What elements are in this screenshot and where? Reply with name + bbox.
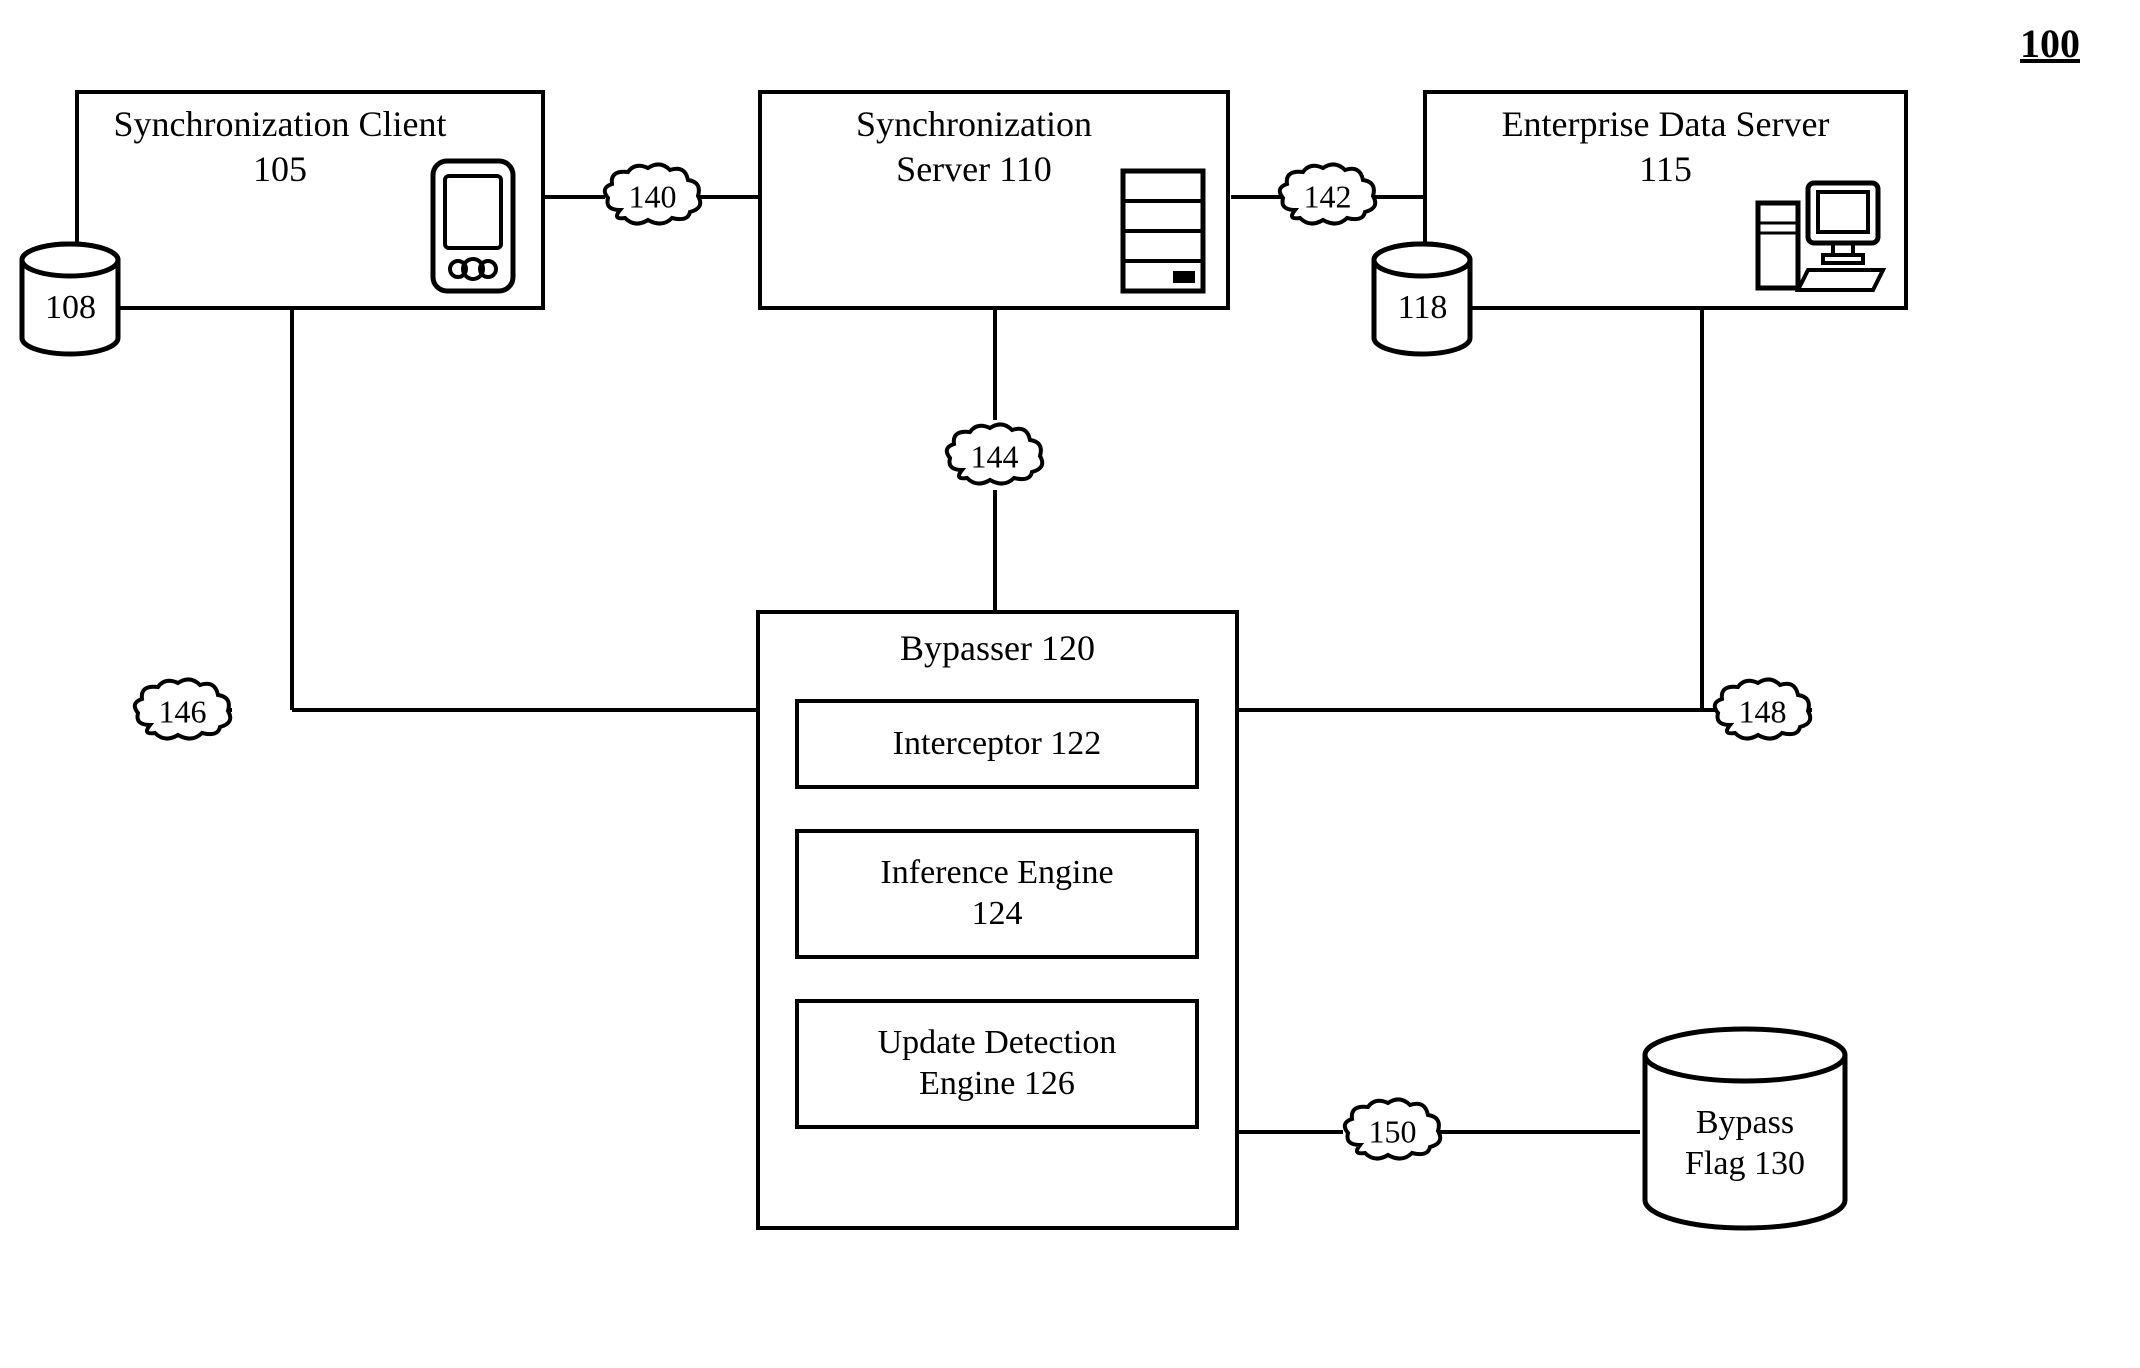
cloud-140: 140 xyxy=(600,160,705,230)
connector-line xyxy=(292,708,757,712)
bypass-flag-cylinder: Bypass Flag 130 xyxy=(1635,1025,1855,1235)
cloud-150-label: 150 xyxy=(1340,1113,1445,1150)
cloud-140-label: 140 xyxy=(600,178,705,215)
enterprise-server-box: Enterprise Data Server 115 xyxy=(1423,90,1908,310)
connector-line xyxy=(1238,708,1713,712)
database-118-label: 118 xyxy=(1370,288,1475,329)
connector-line xyxy=(1700,310,1704,710)
inference-engine-box: Inference Engine 124 xyxy=(795,829,1199,959)
connector-line xyxy=(545,195,605,199)
connector-line xyxy=(993,490,997,610)
connector-line xyxy=(1375,195,1425,199)
update-detection-label: Update Detection Engine 126 xyxy=(878,1023,1117,1105)
cloud-142-label: 142 xyxy=(1275,178,1380,215)
cloud-144-label: 144 xyxy=(942,438,1047,475)
cloud-144: 144 xyxy=(942,420,1047,490)
cloud-146-label: 146 xyxy=(130,693,235,730)
database-108-cylinder: 108 xyxy=(18,240,123,360)
database-118-cylinder: 118 xyxy=(1370,240,1475,360)
database-108-label: 108 xyxy=(18,288,123,329)
desktop-icon xyxy=(1738,178,1888,298)
bypasser-box: Bypasser 120 Interceptor 122 Inference E… xyxy=(756,610,1239,1230)
pda-icon xyxy=(423,156,523,296)
interceptor-label: Interceptor 122 xyxy=(893,724,1102,765)
connector-line xyxy=(700,195,760,199)
sync-server-label: Synchronization Server 110 xyxy=(856,102,1092,192)
cloud-148: 148 xyxy=(1710,675,1815,745)
connector-line xyxy=(290,310,294,710)
server-icon xyxy=(1118,166,1208,296)
sync-server-box: Synchronization Server 110 xyxy=(758,90,1230,310)
cloud-142: 142 xyxy=(1275,160,1380,230)
bypasser-label: Bypasser 120 xyxy=(900,626,1095,671)
sync-client-label: Synchronization Client 105 xyxy=(114,102,447,192)
connector-line xyxy=(1231,195,1281,199)
cloud-148-label: 148 xyxy=(1710,693,1815,730)
sync-client-box: Synchronization Client 105 xyxy=(75,90,545,310)
bypass-flag-label: Bypass Flag 130 xyxy=(1635,1103,1855,1185)
connector-line xyxy=(1440,1130,1640,1134)
cloud-150: 150 xyxy=(1340,1095,1445,1165)
inference-engine-label: Inference Engine 124 xyxy=(880,853,1113,935)
interceptor-box: Interceptor 122 xyxy=(795,699,1199,789)
figure-number: 100 xyxy=(2020,20,2080,67)
update-detection-box: Update Detection Engine 126 xyxy=(795,999,1199,1129)
connector-line xyxy=(993,310,997,420)
connector-line xyxy=(1238,1130,1343,1134)
cloud-146: 146 xyxy=(130,675,235,745)
